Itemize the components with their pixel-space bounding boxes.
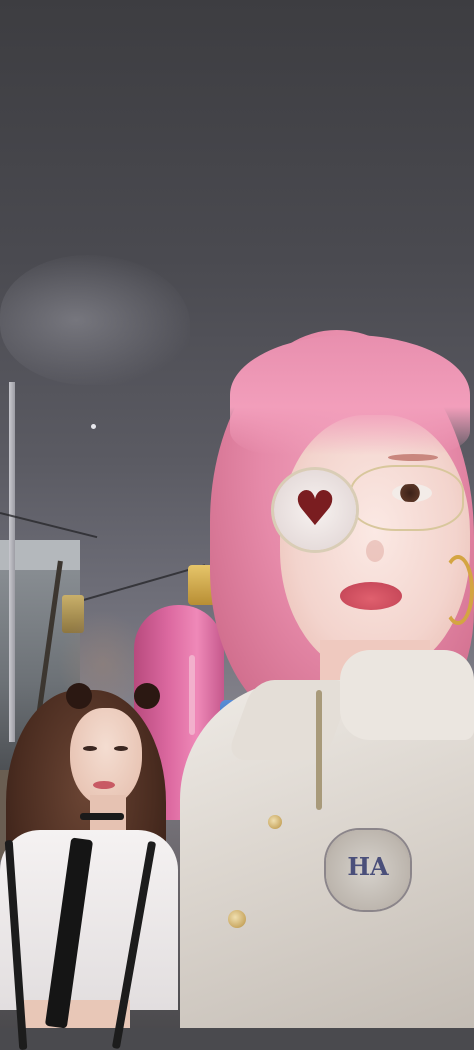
girl2-eye-right <box>114 746 128 751</box>
tower-stripe <box>189 655 195 735</box>
glasses-lens <box>350 465 464 531</box>
jacket-button <box>268 815 282 829</box>
heart-icon: ♥ <box>293 481 337 537</box>
jacket-collar-right <box>340 650 474 740</box>
eyebrow <box>388 454 438 461</box>
girl2-eye-left <box>83 746 97 751</box>
girl2-face <box>70 708 142 806</box>
girl2-choker <box>80 813 124 820</box>
photo-scene: ♥ HA <box>0 0 474 1050</box>
jacket-button <box>228 910 246 928</box>
jacket-zipper <box>316 690 322 810</box>
emblem-lettering: HA <box>347 852 389 881</box>
white-pole <box>9 382 15 742</box>
hoop-earring <box>442 555 474 625</box>
girl2-lips <box>93 781 115 789</box>
lips <box>340 582 402 610</box>
nose <box>366 540 384 562</box>
girl2-bun-left <box>66 683 92 709</box>
moon <box>91 424 96 429</box>
girl2-midriff <box>20 1000 130 1028</box>
girl2-bun-right <box>134 683 160 709</box>
main-bangs <box>230 335 470 455</box>
